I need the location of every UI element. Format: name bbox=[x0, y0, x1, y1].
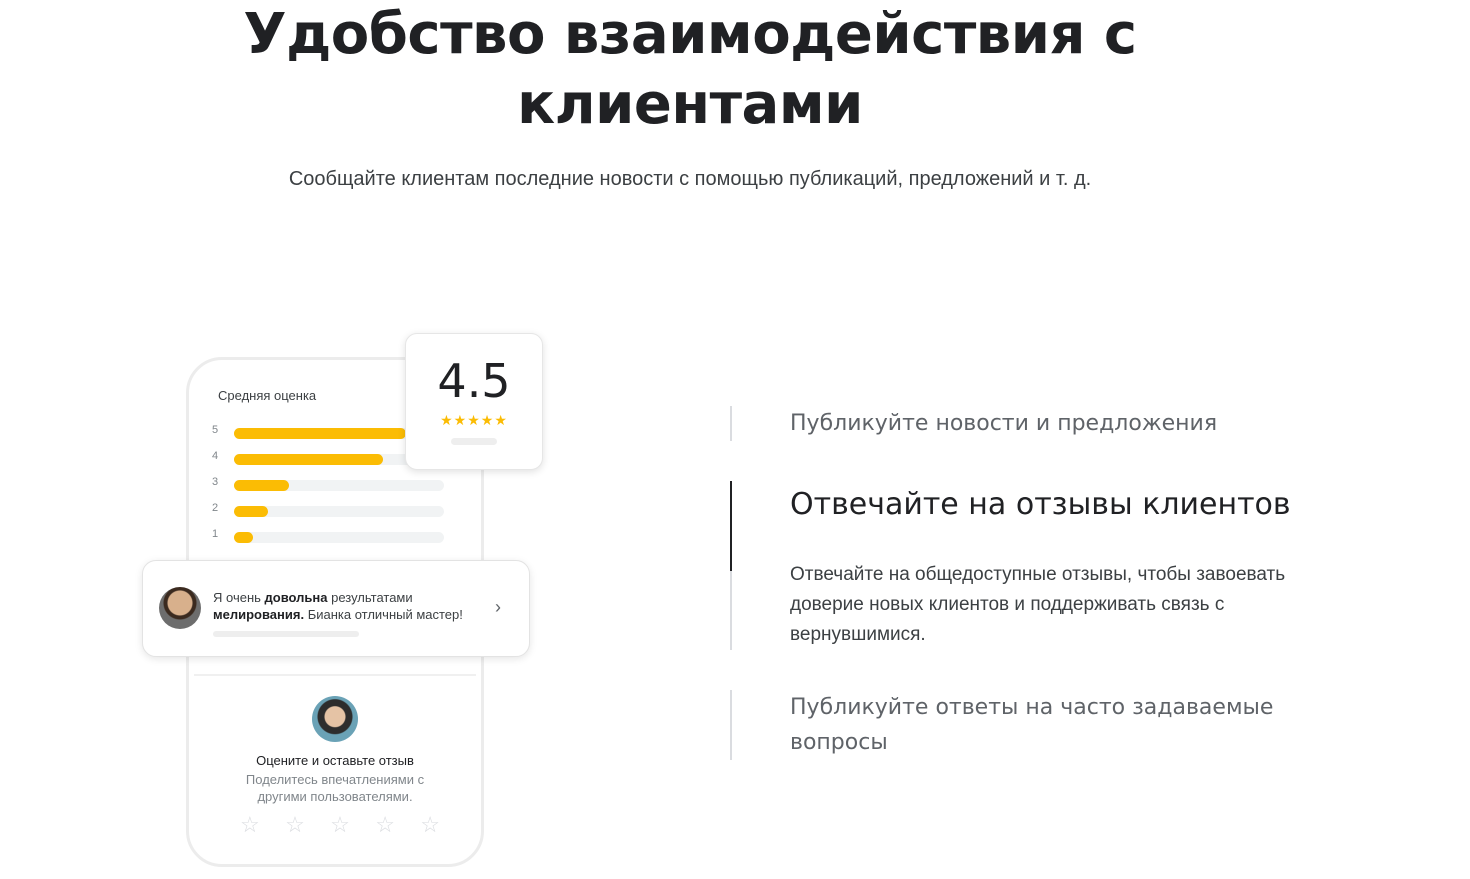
rating-stars-icon: ★★★★★ bbox=[440, 412, 508, 428]
page-subtitle: Сообщайте клиентам последние новости с п… bbox=[288, 168, 1092, 190]
review-text-bold: довольна bbox=[264, 590, 328, 605]
feature-indicator bbox=[730, 570, 732, 650]
review-text-bold: мелирования. bbox=[213, 607, 305, 622]
rate-title: Оцените и оставьте отзыв bbox=[256, 753, 414, 768]
review-text: Я очень довольна результатами мелировани… bbox=[213, 589, 493, 623]
feature-description: Отвечайте на общедоступные отзывы, чтобы… bbox=[790, 564, 1286, 645]
rate-description: Поделитесь впечатлениями с другими польз… bbox=[245, 772, 425, 804]
average-rating-value: 4.5 bbox=[437, 354, 511, 408]
rating-bar-fill bbox=[234, 454, 384, 465]
page-title-line-2: клиентами bbox=[517, 72, 863, 137]
star-outline-icon[interactable]: ☆ bbox=[330, 812, 350, 838]
rating-bar-track bbox=[234, 480, 444, 491]
rating-bar-label: 3 bbox=[212, 476, 219, 488]
rating-bar-fill bbox=[234, 480, 289, 491]
rating-bar-track bbox=[234, 532, 444, 543]
feature-indicator-active bbox=[730, 481, 732, 571]
rate-stars: ☆ ☆ ☆ ☆ ☆ bbox=[240, 812, 440, 838]
chevron-right-icon[interactable]: › bbox=[495, 597, 501, 618]
rating-bar-label: 5 bbox=[212, 424, 219, 436]
reviewer-avatar bbox=[159, 587, 201, 629]
placeholder-line bbox=[213, 631, 359, 637]
average-rating-label: Средняя оценка bbox=[218, 388, 317, 403]
review-text-part: Я очень bbox=[213, 590, 265, 605]
feature-indicator bbox=[730, 690, 732, 760]
page-title: Удобство взаимодействия с клиентами bbox=[0, 0, 1380, 140]
user-avatar bbox=[312, 696, 358, 742]
average-rating-card: 4.5 ★★★★★ bbox=[405, 333, 543, 470]
rating-bar-fill bbox=[234, 532, 253, 543]
star-outline-icon[interactable]: ☆ bbox=[375, 812, 395, 838]
feature-tab-reviews[interactable]: Отвечайте на отзывы клиентов bbox=[790, 485, 1291, 525]
review-card[interactable]: Я очень довольна результатами мелировани… bbox=[142, 560, 530, 657]
rating-bar-fill bbox=[234, 428, 407, 439]
star-outline-icon[interactable]: ☆ bbox=[285, 812, 305, 838]
rating-bar-label: 1 bbox=[212, 528, 219, 540]
rating-bar-fill bbox=[234, 506, 268, 517]
feature-tab-faq[interactable]: Публикуйте ответы на часто задаваемые во… bbox=[790, 690, 1310, 760]
divider bbox=[194, 674, 476, 676]
review-text-part: Бианка отличный мастер! bbox=[304, 607, 463, 622]
feature-indicator bbox=[730, 406, 732, 441]
placeholder-line bbox=[451, 438, 497, 445]
page-title-line-1: Удобство взаимодействия с bbox=[243, 2, 1137, 67]
star-outline-icon[interactable]: ☆ bbox=[420, 812, 440, 838]
rating-bar-label: 2 bbox=[212, 502, 219, 514]
rating-bar-label: 4 bbox=[212, 450, 219, 462]
review-text-part: результатами bbox=[327, 590, 413, 605]
rating-bar-track bbox=[234, 506, 444, 517]
feature-tab-news[interactable]: Публикуйте новости и предложения bbox=[790, 406, 1217, 441]
star-outline-icon[interactable]: ☆ bbox=[240, 812, 260, 838]
